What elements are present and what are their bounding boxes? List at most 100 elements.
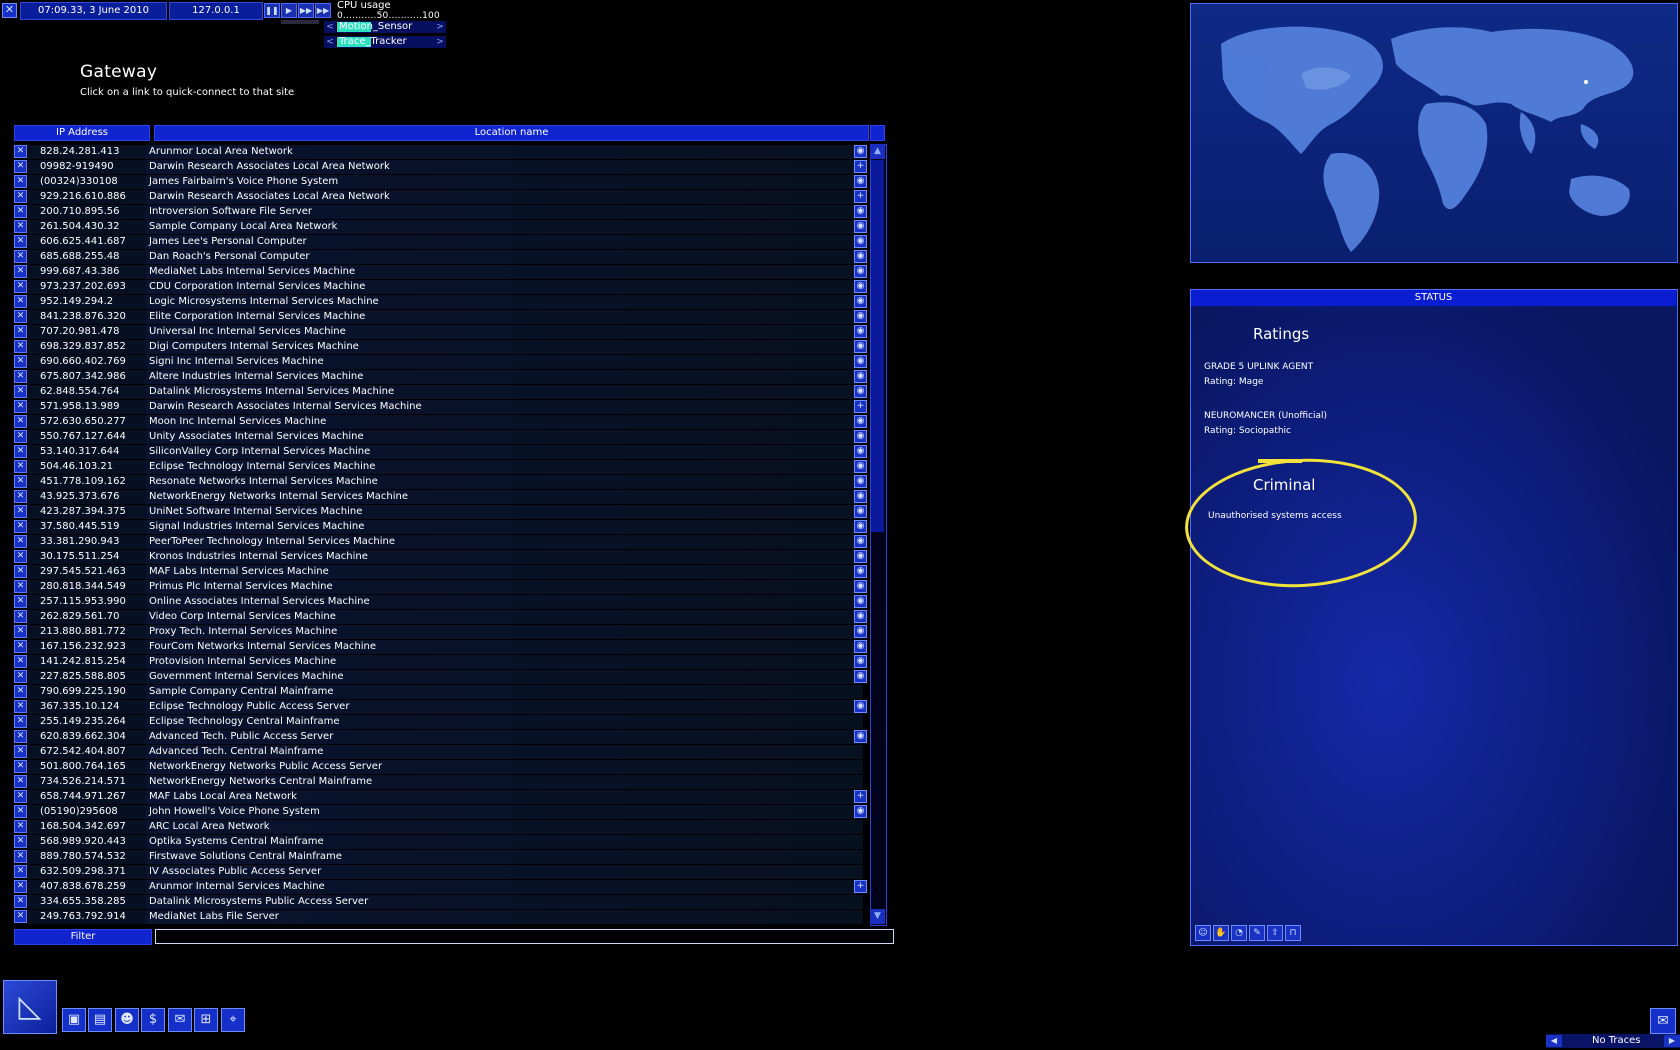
row-location[interactable]: Signi Inc Internal Services Machine (149, 354, 324, 369)
table-row[interactable]: ✕ 213.880.881.772 Proxy Tech. Internal Ser… (14, 624, 867, 639)
delete-link-icon[interactable]: ✕ (14, 145, 27, 158)
table-row[interactable]: ✕ 698.329.837.852 Digi Computers Internal … (14, 339, 867, 354)
add-icon[interactable]: + (854, 160, 867, 173)
row-ip[interactable]: 504.46.103.21 (40, 459, 160, 474)
delete-link-icon[interactable]: ✕ (14, 895, 27, 908)
server-icon[interactable]: ◉ (854, 310, 867, 323)
row-ip[interactable]: 407.838.678.259 (40, 879, 160, 894)
row-ip[interactable]: 685.688.255.48 (40, 249, 160, 264)
delete-link-icon[interactable]: ✕ (14, 160, 27, 173)
table-row[interactable]: ✕ 09982-919490 Darwin Research Associates … (14, 159, 867, 174)
table-row[interactable]: ✕ (05190)295608 John Howell's Voice Phone … (14, 804, 867, 819)
row-ip[interactable]: 572.630.650.277 (40, 414, 160, 429)
row-ip[interactable]: 334.655.358.285 (40, 894, 160, 909)
row-location[interactable]: Elite Corporation Internal Services Mach… (149, 309, 365, 324)
local-ip-display[interactable]: 127.0.0.1 (169, 2, 263, 20)
server-icon[interactable]: ◉ (854, 550, 867, 563)
row-location[interactable]: UniNet Software Internal Services Machin… (149, 504, 362, 519)
row-ip[interactable]: 828.24.281.413 (40, 144, 160, 159)
table-row[interactable]: ✕ 572.630.650.277 Moon Inc Internal Servic… (14, 414, 867, 429)
row-ip[interactable]: 632.509.298.371 (40, 864, 160, 879)
table-row[interactable]: ✕ 451.778.109.162 Resonate Networks Intern… (14, 474, 867, 489)
server-icon[interactable]: ◉ (854, 205, 867, 218)
row-ip[interactable]: 09982-919490 (40, 159, 160, 174)
world-map[interactable] (1190, 3, 1678, 263)
row-ip[interactable]: (05190)295608 (40, 804, 160, 819)
hardware-icon[interactable]: ▣ (62, 1008, 86, 1032)
row-location[interactable]: Arunmor Internal Services Machine (149, 879, 325, 894)
scrollbar-thumb[interactable] (871, 160, 884, 532)
delete-link-icon[interactable]: ✕ (14, 355, 27, 368)
row-ip[interactable]: 37.580.445.519 (40, 519, 160, 534)
server-icon[interactable]: ◉ (854, 430, 867, 443)
row-location[interactable]: Darwin Research Associates Local Area Ne… (149, 189, 390, 204)
delete-link-icon[interactable]: ✕ (14, 445, 27, 458)
table-row[interactable]: ✕ 367.335.10.124 Eclipse Technology Public… (14, 699, 867, 714)
row-location[interactable]: Datalink Microsystems Internal Services … (149, 384, 394, 399)
row-location[interactable]: Video Corp Internal Services Machine (149, 609, 336, 624)
table-row[interactable]: ✕ 550.767.127.644 Unity Associates Interna… (14, 429, 867, 444)
add-icon[interactable]: + (854, 790, 867, 803)
row-location[interactable]: NetworkEnergy Networks Central Mainframe (149, 774, 372, 789)
row-ip[interactable]: 734.526.214.571 (40, 774, 160, 789)
row-location[interactable]: Government Internal Services Machine (149, 669, 343, 684)
row-ip[interactable]: 999.687.43.386 (40, 264, 160, 279)
server-icon[interactable]: ◉ (854, 370, 867, 383)
row-location[interactable]: Protovision Internal Services Machine (149, 654, 336, 669)
row-ip[interactable]: 200.710.895.56 (40, 204, 160, 219)
row-ip[interactable]: 367.335.10.124 (40, 699, 160, 714)
table-row[interactable]: ✕ 167.156.232.923 FourCom Networks Interna… (14, 639, 867, 654)
hand-icon[interactable]: ✋ (1213, 925, 1229, 941)
table-row[interactable]: ✕ 620.839.662.304 Advanced Tech. Public Ac… (14, 729, 867, 744)
server-icon[interactable]: ◉ (854, 355, 867, 368)
table-row[interactable]: ✕ 62.848.554.764 Datalink Microsystems Int… (14, 384, 867, 399)
delete-link-icon[interactable]: ✕ (14, 715, 27, 728)
delete-link-icon[interactable]: ✕ (14, 820, 27, 833)
table-row[interactable]: ✕ 334.655.358.285 Datalink Microsystems Pu… (14, 894, 863, 909)
row-ip[interactable]: 257.115.953.990 (40, 594, 160, 609)
server-icon[interactable]: ◉ (854, 265, 867, 278)
row-location[interactable]: SiliconValley Corp Internal Services Mac… (149, 444, 370, 459)
column-header-ip[interactable]: IP Address (14, 125, 150, 141)
delete-link-icon[interactable]: ✕ (14, 775, 27, 788)
server-icon[interactable]: ◉ (854, 340, 867, 353)
server-icon[interactable]: ◉ (854, 460, 867, 473)
row-location[interactable]: Signal Industries Internal Services Mach… (149, 519, 364, 534)
row-location[interactable]: Firstwave Solutions Central Mainframe (149, 849, 342, 864)
server-icon[interactable]: ◉ (854, 505, 867, 518)
delete-link-icon[interactable]: ✕ (14, 595, 27, 608)
delete-link-icon[interactable]: ✕ (14, 640, 27, 653)
table-row[interactable]: ✕ 973.237.202.693 CDU Corporation Internal… (14, 279, 867, 294)
uplink-logo-button[interactable]: ◺ (3, 980, 57, 1034)
delete-link-icon[interactable]: ✕ (14, 520, 27, 533)
delete-link-icon[interactable]: ✕ (14, 250, 27, 263)
network-icon[interactable]: ⊞ (194, 1008, 218, 1032)
delete-link-icon[interactable]: ✕ (14, 430, 27, 443)
delete-link-icon[interactable]: ✕ (14, 475, 27, 488)
server-icon[interactable]: ◉ (854, 325, 867, 338)
delete-link-icon[interactable]: ✕ (14, 655, 27, 668)
server-icon[interactable]: ◉ (854, 235, 867, 248)
server-icon[interactable]: ◉ (854, 280, 867, 293)
row-location[interactable]: James Lee's Personal Computer (149, 234, 307, 249)
table-row[interactable]: ✕ 200.710.895.56 Introversion Software Fil… (14, 204, 867, 219)
row-ip[interactable]: 707.20.981.478 (40, 324, 160, 339)
row-location[interactable]: FourCom Networks Internal Services Machi… (149, 639, 376, 654)
delete-link-icon[interactable]: ✕ (14, 760, 27, 773)
row-ip[interactable]: 280.818.344.549 (40, 579, 160, 594)
filter-input[interactable] (155, 929, 894, 944)
row-ip[interactable]: 249.763.792.914 (40, 909, 160, 924)
delete-link-icon[interactable]: ✕ (14, 175, 27, 188)
row-location[interactable]: Optika Systems Central Mainframe (149, 834, 324, 849)
row-ip[interactable]: 698.329.837.852 (40, 339, 160, 354)
row-ip[interactable]: 261.504.430.32 (40, 219, 160, 234)
table-row[interactable]: ✕ 606.625.441.687 James Lee's Personal Com… (14, 234, 867, 249)
delete-link-icon[interactable]: ✕ (14, 745, 27, 758)
server-icon[interactable]: ◉ (854, 520, 867, 533)
delete-link-icon[interactable]: ✕ (14, 835, 27, 848)
delete-link-icon[interactable]: ✕ (14, 280, 27, 293)
table-row[interactable]: ✕ 675.807.342.986 Altere Industries Intern… (14, 369, 867, 384)
table-row[interactable]: ✕ 632.509.298.371 IV Associates Public Acc… (14, 864, 863, 879)
scroll-down-icon[interactable]: ▼ (870, 909, 885, 924)
row-location[interactable]: Online Associates Internal Services Mach… (149, 594, 370, 609)
